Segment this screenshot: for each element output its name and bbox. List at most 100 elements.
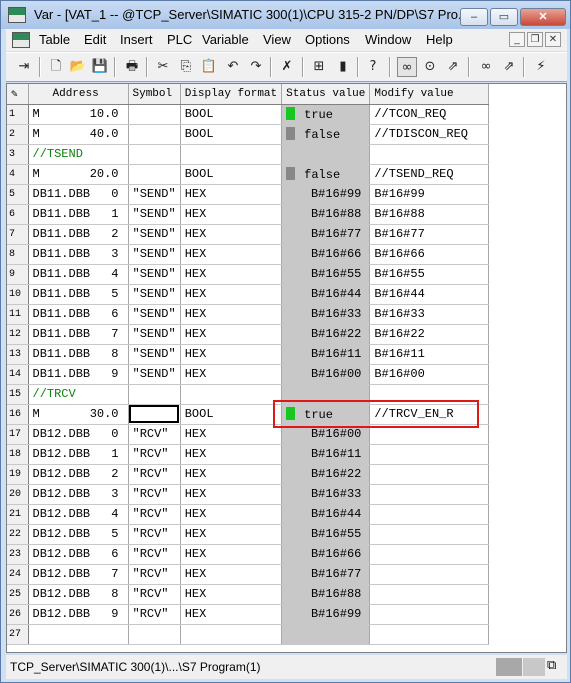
format-cell[interactable] xyxy=(180,384,283,405)
copy-icon[interactable]: ⎘ xyxy=(176,57,196,77)
symbol-cell[interactable]: "RCV" xyxy=(128,484,181,505)
undo-icon[interactable]: ↶ xyxy=(223,57,243,77)
symbol-cell[interactable] xyxy=(128,384,181,405)
delete-icon[interactable]: ✗ xyxy=(277,57,297,77)
row-number[interactable]: 12 xyxy=(7,324,29,345)
symbol-cell[interactable]: "RCV" xyxy=(128,544,181,565)
modify-once-icon[interactable]: ⇗ xyxy=(499,57,519,77)
menu-help[interactable]: Help xyxy=(426,32,453,47)
format-cell[interactable]: HEX xyxy=(180,504,283,525)
symbol-cell[interactable] xyxy=(128,144,181,165)
menu-insert[interactable]: Insert xyxy=(120,32,153,47)
symbol-cell[interactable]: "RCV" xyxy=(128,604,181,625)
modify-variable-icon[interactable]: ⇗ xyxy=(443,57,463,77)
header-address[interactable]: Address xyxy=(28,84,129,105)
table-row[interactable]: 22 DB12.DBB 5 "RCV" HEX B#16#55 xyxy=(7,524,490,545)
header-display-format[interactable]: Display format xyxy=(180,84,283,105)
symbol-cell[interactable] xyxy=(128,104,181,125)
symbol-cell[interactable]: "SEND" xyxy=(128,364,181,385)
address-cell[interactable]: DB12.DBB 2 xyxy=(28,464,129,485)
format-cell[interactable]: HEX xyxy=(180,284,283,305)
symbol-cell[interactable]: "RCV" xyxy=(128,564,181,585)
symbol-cell[interactable]: "RCV" xyxy=(128,584,181,605)
row-number[interactable]: 15 xyxy=(7,384,29,405)
row-number[interactable]: 2 xyxy=(7,124,29,145)
address-cell[interactable]: DB12.DBB 5 xyxy=(28,524,129,545)
modify-cell[interactable]: //TSEND_REQ xyxy=(369,164,490,185)
menu-plc[interactable]: PLC xyxy=(167,32,192,47)
comment-cell[interactable]: //TSEND xyxy=(28,144,129,165)
monitor-glasses-icon[interactable]: ∞ xyxy=(397,57,417,77)
address-cell[interactable]: DB11.DBB 7 xyxy=(28,324,129,345)
format-cell[interactable]: BOOL xyxy=(180,164,283,185)
address-cell[interactable]: DB12.DBB 9 xyxy=(28,604,129,625)
menu-variable[interactable]: Variable xyxy=(202,32,249,47)
symbol-cell[interactable]: "RCV" xyxy=(128,524,181,545)
insert-arrow-icon[interactable]: ⇥ xyxy=(14,57,34,77)
mdi-restore-button[interactable]: ❐ xyxy=(527,32,543,47)
format-cell[interactable]: BOOL xyxy=(180,404,283,425)
table-row[interactable]: 16 M 30.0 BOOL true //TRCV_EN_R xyxy=(7,404,490,425)
format-cell[interactable]: HEX xyxy=(180,604,283,625)
address-cell[interactable]: DB12.DBB 7 xyxy=(28,564,129,585)
symbol-cell[interactable]: "SEND" xyxy=(128,184,181,205)
symbol-cell[interactable]: "SEND" xyxy=(128,344,181,365)
modify-cell[interactable]: B#16#88 xyxy=(369,204,490,225)
format-cell[interactable]: HEX xyxy=(180,484,283,505)
table-row[interactable]: 9 DB11.DBB 4 "SEND" HEX B#16#55 B#16#55 xyxy=(7,264,490,285)
force-icon[interactable]: ⚡ xyxy=(531,57,551,77)
paste-icon[interactable]: 📋 xyxy=(199,57,219,77)
row-number[interactable]: 13 xyxy=(7,344,29,365)
modify-cell[interactable]: //TDISCON_REQ xyxy=(369,124,490,145)
format-cell[interactable]: HEX xyxy=(180,304,283,325)
format-cell[interactable]: HEX xyxy=(180,204,283,225)
modify-cell[interactable]: B#16#55 xyxy=(369,264,490,285)
row-number[interactable]: 27 xyxy=(7,624,29,645)
format-cell[interactable]: HEX xyxy=(180,524,283,545)
minimize-button[interactable]: – xyxy=(460,8,488,26)
symbol-cell[interactable] xyxy=(128,624,181,645)
address-cell[interactable]: DB12.DBB 6 xyxy=(28,544,129,565)
menu-window[interactable]: Window xyxy=(365,32,411,47)
symbol-cell[interactable]: "SEND" xyxy=(128,264,181,285)
modify-cell[interactable]: //TRCV_EN_R xyxy=(369,404,490,425)
format-cell[interactable]: HEX xyxy=(180,464,283,485)
modify-cell[interactable]: B#16#00 xyxy=(369,364,490,385)
table-row[interactable]: 27 xyxy=(7,624,490,645)
address-cell[interactable]: DB11.DBB 4 xyxy=(28,264,129,285)
row-number[interactable]: 10 xyxy=(7,284,29,305)
table-row[interactable]: 17 DB12.DBB 0 "RCV" HEX B#16#00 xyxy=(7,424,490,445)
plc-icon[interactable]: ▮ xyxy=(333,57,353,77)
redo-icon[interactable]: ↷ xyxy=(246,57,266,77)
menu-options[interactable]: Options xyxy=(305,32,350,47)
symbol-cell[interactable]: "SEND" xyxy=(128,204,181,225)
format-cell[interactable]: HEX xyxy=(180,444,283,465)
row-number[interactable]: 23 xyxy=(7,544,29,565)
table-row[interactable]: 25 DB12.DBB 8 "RCV" HEX B#16#88 xyxy=(7,584,490,605)
table-row[interactable]: 26 DB12.DBB 9 "RCV" HEX B#16#99 xyxy=(7,604,490,625)
format-cell[interactable]: HEX xyxy=(180,224,283,245)
mdi-close-button[interactable]: ✕ xyxy=(545,32,561,47)
format-cell[interactable]: BOOL xyxy=(180,104,283,125)
address-cell[interactable]: M 30.0 xyxy=(28,404,129,425)
table-row[interactable]: 19 DB12.DBB 2 "RCV" HEX B#16#22 xyxy=(7,464,490,485)
table-row[interactable]: 10 DB11.DBB 5 "SEND" HEX B#16#44 B#16#44 xyxy=(7,284,490,305)
table-row[interactable]: 23 DB12.DBB 6 "RCV" HEX B#16#66 xyxy=(7,544,490,565)
open-icon[interactable]: 📂 xyxy=(68,57,88,77)
row-number[interactable]: 24 xyxy=(7,564,29,585)
modify-cell[interactable] xyxy=(369,384,490,405)
address-cell[interactable]: DB12.DBB 1 xyxy=(28,444,129,465)
row-number[interactable]: 26 xyxy=(7,604,29,625)
modify-cell[interactable] xyxy=(369,464,490,485)
table-row[interactable]: 3//TSEND xyxy=(7,144,490,165)
table-row[interactable]: 1 M 10.0 BOOL true //TCON_REQ xyxy=(7,104,490,125)
row-number[interactable]: 11 xyxy=(7,304,29,325)
address-cell[interactable]: DB11.DBB 1 xyxy=(28,204,129,225)
address-cell[interactable]: DB11.DBB 3 xyxy=(28,244,129,265)
table-row[interactable]: 2 M 40.0 BOOL false //TDISCON_REQ xyxy=(7,124,490,145)
table-row[interactable]: 8 DB11.DBB 3 "SEND" HEX B#16#66 B#16#66 xyxy=(7,244,490,265)
save-icon[interactable]: 💾 xyxy=(90,57,110,77)
format-cell[interactable]: HEX xyxy=(180,184,283,205)
comment-cell[interactable]: //TRCV xyxy=(28,384,129,405)
table-row[interactable]: 20 DB12.DBB 3 "RCV" HEX B#16#33 xyxy=(7,484,490,505)
